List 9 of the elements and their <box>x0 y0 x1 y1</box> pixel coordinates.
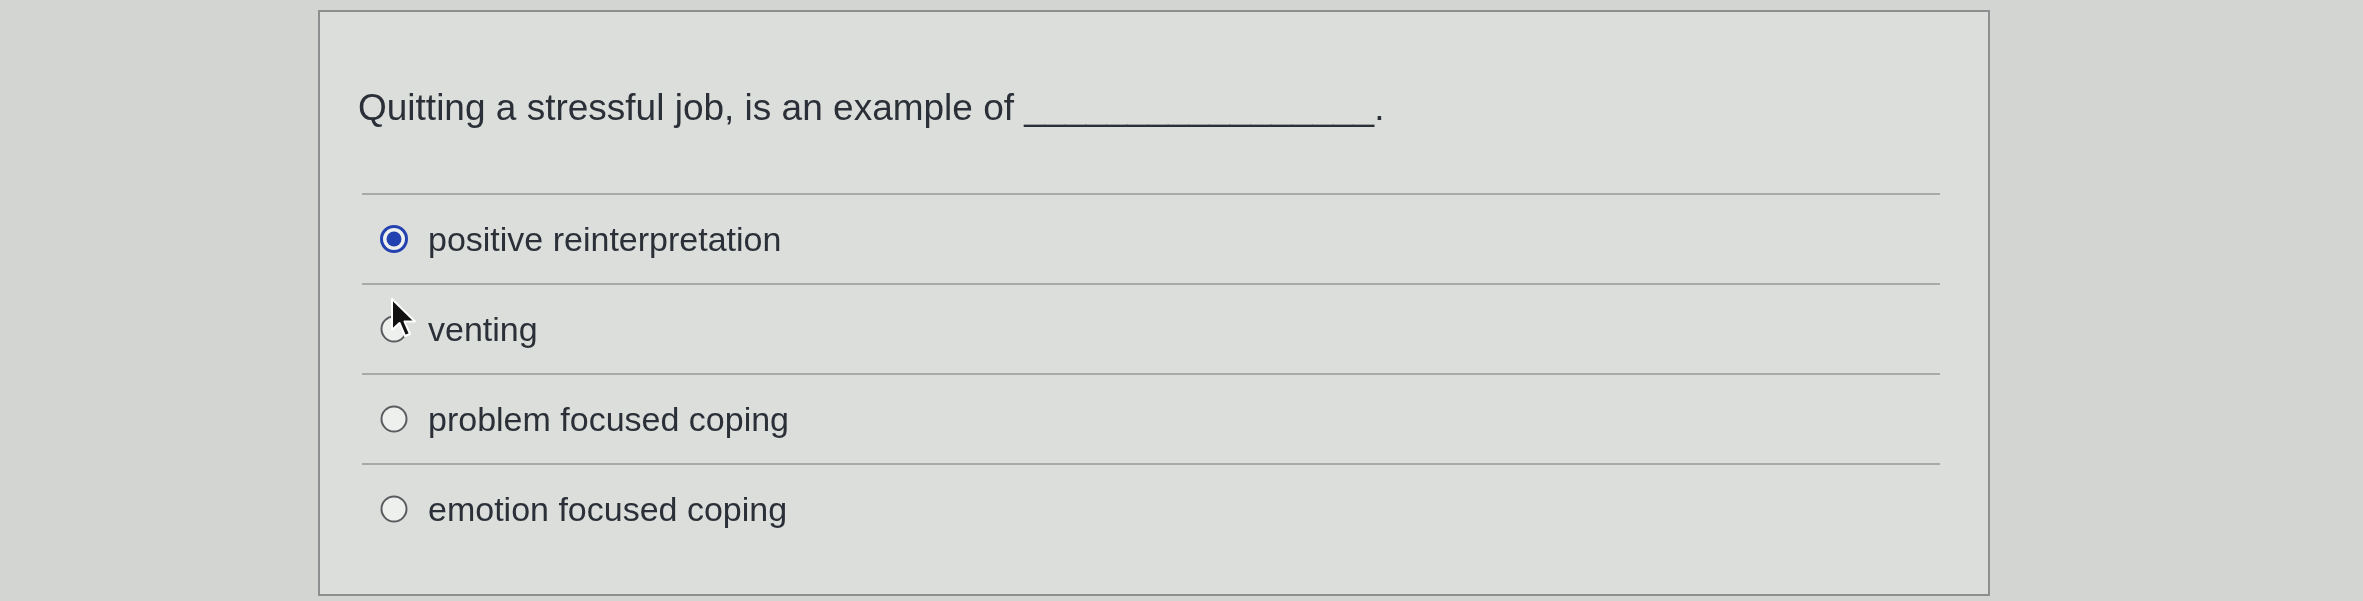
answer-option[interactable]: problem focused coping <box>428 399 789 439</box>
question-text: Quitting a stressful job, is an example of _________________. <box>358 86 1385 130</box>
mouse-cursor-icon <box>390 297 418 339</box>
radio-button[interactable] <box>380 225 408 253</box>
answer-option[interactable]: positive reinterpretation <box>428 219 782 259</box>
answer-option[interactable]: emotion focused coping <box>428 489 788 529</box>
radio-button[interactable] <box>380 405 408 433</box>
answer-option[interactable]: venting <box>428 309 538 349</box>
radio-button[interactable] <box>380 495 408 523</box>
